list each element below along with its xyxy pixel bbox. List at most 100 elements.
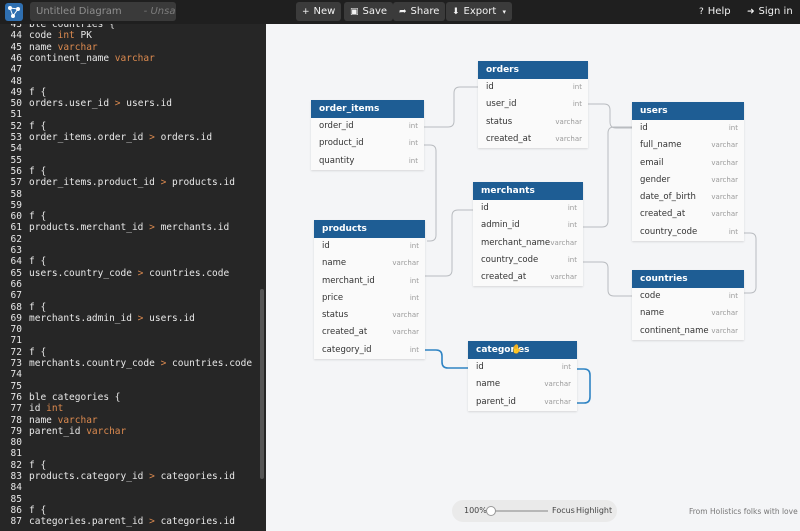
code-line[interactable]: 84	[0, 482, 29, 494]
table-field-row[interactable]: order_id int	[311, 118, 424, 135]
table-header[interactable]: orders	[478, 61, 588, 79]
table-field-row[interactable]: merchant_name varchar	[473, 235, 583, 252]
table-field-row[interactable]: name varchar	[314, 255, 425, 272]
code-line[interactable]: 63	[0, 245, 29, 257]
code-line[interactable]: 70	[0, 324, 29, 336]
code-editor[interactable]: 43 ble countries {44 code int PK 45 name var…	[0, 24, 266, 531]
save-button[interactable]: ▣ Save	[344, 2, 394, 21]
code-line[interactable]: 71	[0, 335, 29, 347]
table-field-row[interactable]: country_code int	[473, 252, 583, 269]
code-line[interactable]: 66	[0, 279, 29, 291]
table-field-row[interactable]: created_at varchar	[314, 324, 425, 341]
table-header[interactable]: countries	[632, 270, 744, 288]
code-line[interactable]: 69 merchants.admin_id > users.id	[0, 313, 195, 325]
code-line[interactable]: 79 parent_id varchar	[0, 426, 127, 438]
diagram-canvas[interactable]: order_items order_id int product_id int quant…	[266, 24, 800, 531]
table-field-row[interactable]: email varchar	[632, 155, 744, 172]
code-line[interactable]: 50 orders.user_id > users.id	[0, 98, 172, 110]
code-line[interactable]: 59	[0, 200, 29, 212]
table-field-row[interactable]: country_code int	[632, 224, 744, 241]
new-button[interactable]: + New	[296, 2, 342, 21]
code-line[interactable]: 48	[0, 76, 29, 88]
table-header[interactable]: merchants	[473, 182, 583, 200]
export-button[interactable]: ⬇ Export ▾	[446, 2, 512, 21]
code-line[interactable]: 81	[0, 448, 29, 460]
table-field-row[interactable]: id int	[478, 79, 588, 96]
table-field-row[interactable]: id int	[632, 120, 744, 137]
table-field-row[interactable]: name varchar	[632, 305, 744, 322]
code-line[interactable]: 73 merchants.country_code > countries.cod…	[0, 358, 253, 370]
table-field-row[interactable]: quantity int	[311, 153, 424, 170]
code-line[interactable]: 60 f {	[0, 211, 47, 223]
code-line[interactable]: 75	[0, 381, 29, 393]
table-field-row[interactable]: user_id int	[478, 96, 588, 113]
code-line[interactable]: 44 code int PK	[0, 30, 92, 42]
code-line[interactable]: 54	[0, 143, 29, 155]
table-header[interactable]: order_items	[311, 100, 424, 118]
focus-toggle[interactable]: Focus	[552, 500, 575, 522]
app-logo-icon[interactable]	[5, 3, 23, 21]
table-field-row[interactable]: created_at varchar	[478, 131, 588, 148]
code-line[interactable]: 74	[0, 369, 29, 381]
table-field-row[interactable]: name varchar	[468, 376, 577, 393]
code-line[interactable]: 68 f {	[0, 302, 47, 314]
code-line[interactable]: 83 products.category_id > categories.id	[0, 471, 235, 483]
table-field-row[interactable]: created_at varchar	[473, 269, 583, 286]
table-field-row[interactable]: code int	[632, 288, 744, 305]
table-order_items[interactable]: order_items order_id int product_id int quant…	[311, 100, 424, 170]
code-line[interactable]: 82 f {	[0, 460, 47, 472]
sign-in-button[interactable]: ➜ Sign in	[747, 2, 793, 21]
table-header[interactable]: categories	[468, 341, 577, 359]
code-line[interactable]: 46 continent_name varchar	[0, 53, 155, 65]
code-line[interactable]: 62	[0, 234, 29, 246]
code-line[interactable]: 65 users.country_code > countries.code	[0, 268, 230, 280]
share-button[interactable]: ➦ Share	[393, 2, 446, 21]
table-field-row[interactable]: product_id int	[311, 135, 424, 152]
code-line[interactable]: 64 f {	[0, 256, 47, 268]
code-line[interactable]: 78 name varchar	[0, 415, 98, 427]
zoom-slider-handle[interactable]	[486, 506, 496, 516]
table-field-row[interactable]: id int	[468, 359, 577, 376]
table-field-row[interactable]: id int	[314, 238, 425, 255]
code-line[interactable]: 56 f {	[0, 166, 47, 178]
code-line[interactable]: 85	[0, 494, 29, 506]
code-line[interactable]: 47	[0, 64, 29, 76]
table-field-row[interactable]: category_id int	[314, 342, 425, 359]
code-line[interactable]: 49 f {	[0, 87, 47, 99]
code-line[interactable]: 87 categories.parent_id > categories.id	[0, 516, 235, 528]
table-products[interactable]: products id int name varchar merchant_id int pr…	[314, 220, 425, 360]
code-line[interactable]: 72 f {	[0, 347, 47, 359]
table-users[interactable]: users id int full_name varchar email varchar ge…	[632, 102, 744, 242]
table-merchants[interactable]: merchants id int admin_id int merchant_name va…	[473, 182, 583, 287]
code-line[interactable]: 52 f {	[0, 121, 47, 133]
code-line[interactable]: 55	[0, 155, 29, 167]
code-line[interactable]: 57 order_items.product_id > products.id	[0, 177, 235, 189]
table-countries[interactable]: countries code int name varchar continent_nam…	[632, 270, 744, 340]
code-line[interactable]: 67	[0, 290, 29, 302]
table-header[interactable]: users	[632, 102, 744, 120]
table-field-row[interactable]: merchant_id int	[314, 273, 425, 290]
code-line[interactable]: 77 id int	[0, 403, 64, 415]
code-line[interactable]: 61 products.merchant_id > merchants.id	[0, 222, 230, 234]
table-field-row[interactable]: admin_id int	[473, 217, 583, 234]
table-field-row[interactable]: id int	[473, 200, 583, 217]
code-line[interactable]: 58	[0, 189, 29, 201]
table-header[interactable]: products	[314, 220, 425, 238]
code-line[interactable]: 51	[0, 109, 29, 121]
table-field-row[interactable]: date_of_birth varchar	[632, 189, 744, 206]
zoom-slider-track[interactable]	[490, 510, 548, 512]
table-field-row[interactable]: price int	[314, 290, 425, 307]
table-field-row[interactable]: status varchar	[314, 307, 425, 324]
code-line[interactable]: 86 f {	[0, 505, 47, 517]
editor-scrollbar[interactable]	[260, 289, 264, 479]
diagram-title-input[interactable]: Untitled Diagram - Unsaved	[30, 2, 176, 21]
highlight-toggle[interactable]: Highlight	[576, 500, 612, 522]
table-field-row[interactable]: continent_name varchar	[632, 323, 744, 340]
table-field-row[interactable]: status varchar	[478, 114, 588, 131]
table-categories[interactable]: categories id int name varchar parent_id varch…	[468, 341, 577, 411]
table-field-row[interactable]: created_at varchar	[632, 206, 744, 223]
table-field-row[interactable]: gender varchar	[632, 172, 744, 189]
code-line[interactable]: 76 ble categories {	[0, 392, 121, 404]
table-orders[interactable]: orders id int user_id int status varchar create…	[478, 61, 588, 149]
code-line[interactable]: 53 order_items.order_id > orders.id	[0, 132, 213, 144]
